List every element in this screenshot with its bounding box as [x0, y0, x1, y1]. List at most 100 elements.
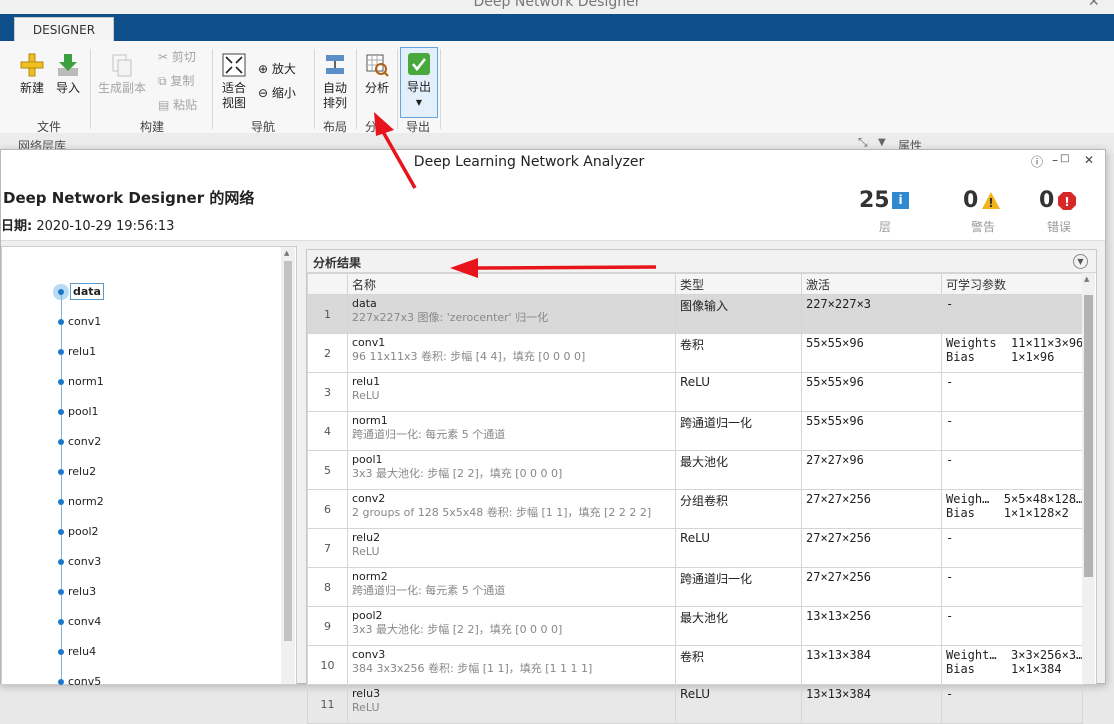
graph-node-label[interactable]: norm2 [68, 495, 104, 508]
cut-button[interactable]: ✂ 剪切 [158, 49, 196, 65]
layer-activation: 27×27×256 [801, 489, 942, 529]
layer-learnables: - [941, 411, 1083, 451]
col-activation[interactable]: 激活 [801, 273, 942, 295]
maximize-icon[interactable]: □ [1060, 153, 1069, 164]
table-row[interactable]: 7 relu2 ReLU ReLU 27×27×256- [307, 528, 1083, 568]
zoom-out-button[interactable]: ⊖ 缩小 [258, 85, 296, 101]
analyze-button[interactable]: 分析 [360, 52, 394, 96]
import-label: 导入 [55, 81, 80, 95]
table-row[interactable]: 4 norm1 跨通道归一化: 每元素 5 个通道 跨通道归一化 55×55×96- [307, 411, 1083, 451]
network-name: Deep Network Designer 的网络 [3, 189, 255, 207]
export-label: 导出 [406, 80, 431, 94]
graph-node-label[interactable]: conv2 [68, 435, 101, 448]
table-row[interactable]: 1 data 227x227x3 图像: 'zerocenter' 归一化 图像输入 2… [307, 294, 1083, 334]
table-row[interactable]: 9 pool2 3x3 最大池化: 步幅 [2 2]，填充 [0 0 0 0] 最大池… [307, 606, 1083, 646]
tab-designer[interactable]: DESIGNER [14, 17, 114, 42]
results-title: 分析结果 [313, 256, 362, 270]
layer-description: ReLU [352, 545, 380, 558]
graph-node-label[interactable]: pool2 [68, 525, 99, 538]
table-row[interactable]: 2 conv1 96 11x11x3 卷积: 步幅 [4 4]，填充 [0 0 0 … [307, 333, 1083, 373]
ribbon-tabbar [0, 14, 1114, 41]
graph-node-label[interactable]: relu3 [68, 585, 96, 598]
ribbon-divider [356, 49, 357, 129]
auto-arrange-button[interactable]: 自动排列 [318, 52, 352, 111]
layer-cell: conv3 384 3x3x256 卷积: 步幅 [1 1]，填充 [1 1 1 … [347, 645, 676, 685]
results-scrollbar[interactable]: ▲ [1082, 273, 1095, 684]
col-type[interactable]: 类型 [675, 273, 802, 295]
close-icon[interactable]: ✕ [1084, 153, 1094, 167]
learnables-line: Bias 1×1×96 [946, 350, 1055, 364]
scroll-up-icon[interactable]: ▲ [284, 249, 289, 257]
new-button[interactable]: 新建 [16, 52, 48, 96]
table-row[interactable]: 3 relu1 ReLU ReLU 55×55×96- [307, 372, 1083, 412]
graph-edge [61, 415, 62, 439]
layer-cell: conv1 96 11x11x3 卷积: 步幅 [4 4]，填充 [0 0 0 0… [347, 333, 676, 373]
graph-node-label[interactable]: relu1 [68, 345, 96, 358]
layer-name: pool2 [352, 609, 383, 622]
table-row[interactable]: 11 relu3 ReLU ReLU 13×13×384- [307, 684, 1083, 724]
expand-icon[interactable]: ⤡ [858, 135, 868, 150]
graph-edge [61, 655, 62, 679]
duplicate-icon [112, 54, 132, 77]
zoom-out-label: 缩小 [271, 86, 296, 100]
layer-cell: relu2 ReLU [347, 528, 676, 568]
layer-name: norm2 [352, 570, 388, 583]
network-graph[interactable]: data conv1 relu1 norm1 pool1 conv2 relu2 norm2 p… [1, 246, 297, 688]
learnables-line: - [946, 531, 954, 545]
graph-edge [61, 295, 62, 319]
layer-description: 跨通道归一化: 每元素 5 个通道 [352, 584, 506, 597]
import-button[interactable]: 导入 [52, 52, 84, 96]
graph-scrollbar-thumb[interactable] [284, 261, 292, 641]
arrange-icon [326, 55, 344, 74]
minimize-icon[interactable]: – [1052, 153, 1058, 167]
paste-button[interactable]: ▤ 粘贴 [158, 97, 197, 113]
import-icon [58, 54, 78, 76]
errors-label: 错误 [1047, 220, 1072, 234]
zoom-in-button[interactable]: ⊕ 放大 [258, 61, 296, 77]
row-index: 10 [307, 645, 348, 685]
layer-learnables: - [941, 372, 1083, 412]
graph-node-label[interactable]: conv4 [68, 615, 101, 628]
help-icon[interactable]: ⓘ [1031, 153, 1043, 170]
graph-node-label[interactable]: relu2 [68, 465, 96, 478]
layer-name: pool1 [352, 453, 383, 466]
graph-node-label[interactable]: conv3 [68, 555, 101, 568]
checkmark-icon [408, 53, 430, 75]
ribbon-divider [440, 49, 441, 129]
layer-activation: 55×55×96 [801, 333, 942, 373]
table-row[interactable]: 6 conv2 2 groups of 128 5x5x48 卷积: 步幅 [1 1… [307, 489, 1083, 529]
graph-node-label[interactable]: conv1 [68, 315, 101, 328]
duplicate-button[interactable]: 生成副本 [96, 52, 148, 96]
chevron-down-icon[interactable]: ▼ [1073, 254, 1088, 269]
layer-description: 3x3 最大池化: 步幅 [2 2]，填充 [0 0 0 0] [352, 467, 563, 480]
layers-label: 层 [879, 220, 892, 234]
fit-view-button[interactable]: 适合视图 [218, 52, 250, 111]
graph-edge [61, 595, 62, 619]
layer-name: relu3 [352, 687, 381, 700]
graph-node-label[interactable]: data [70, 283, 104, 300]
learnables-line: - [946, 414, 954, 428]
col-learnables[interactable]: 可学习参数 [941, 273, 1083, 295]
warning-icon: ! [982, 192, 1000, 210]
analyzer-window: Deep Learning Network Analyzer ⓘ – □ ✕ D… [0, 149, 1106, 724]
graph-node[interactable] [58, 679, 64, 685]
fit-view-label: 适合视图 [221, 81, 246, 110]
app-title: Deep Network Designer [473, 0, 641, 10]
annotation-arrow [450, 258, 657, 278]
row-index: 4 [307, 411, 348, 451]
copy-button[interactable]: ⧉ 复制 [158, 73, 194, 89]
graph-scrollbar[interactable]: ▲ [281, 247, 295, 684]
graph-node-label[interactable]: pool1 [68, 405, 99, 418]
layer-cell: relu3 ReLU [347, 684, 676, 724]
learnables-line: - [946, 687, 954, 701]
graph-node-label[interactable]: relu4 [68, 645, 96, 658]
scroll-up-icon[interactable]: ▲ [1084, 275, 1089, 283]
chevron-down-icon[interactable]: ▼ [878, 137, 886, 148]
table-row[interactable]: 5 pool1 3x3 最大池化: 步幅 [2 2]，填充 [0 0 0 0] 最大池… [307, 450, 1083, 490]
table-row[interactable]: 10 conv3 384 3x3x256 卷积: 步幅 [1 1]，填充 [1 1 … [307, 645, 1083, 685]
close-icon[interactable]: ✕ [1088, 0, 1100, 10]
layer-name: norm1 [352, 414, 388, 427]
graph-node-label[interactable]: norm1 [68, 375, 104, 388]
results-scrollbar-thumb[interactable] [1084, 295, 1093, 577]
table-row[interactable]: 8 norm2 跨通道归一化: 每元素 5 个通道 跨通道归一化 27×27×256- [307, 567, 1083, 607]
